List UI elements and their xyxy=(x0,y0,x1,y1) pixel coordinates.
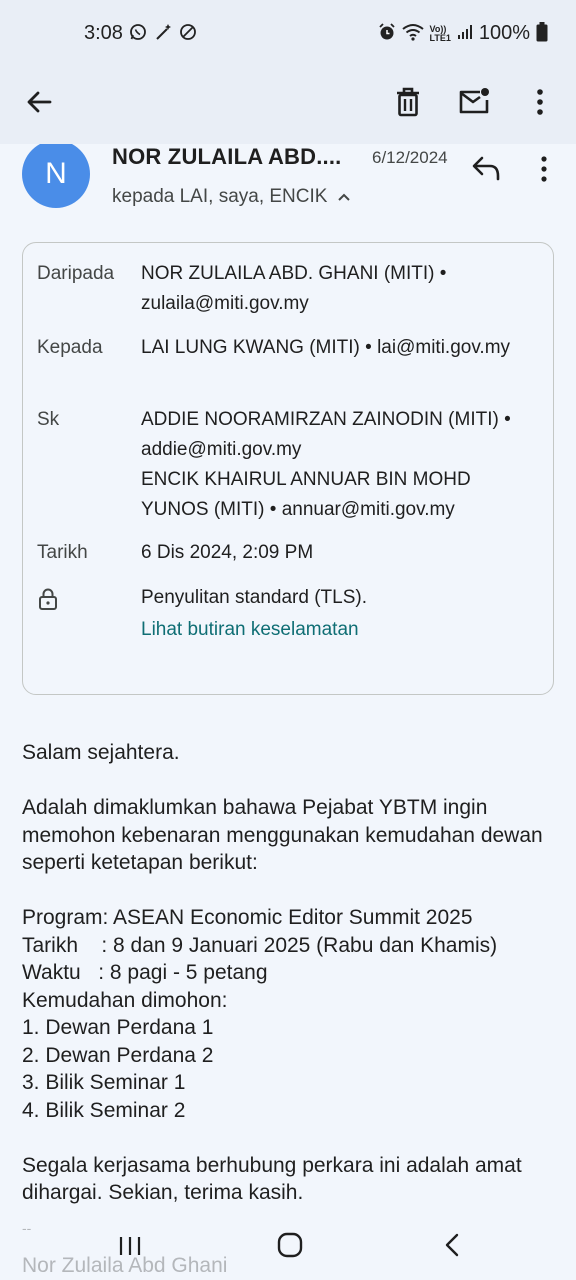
signature-dash: -- xyxy=(22,1220,32,1236)
body-waktu: Waktu : 8 pagi - 5 petang xyxy=(22,961,268,984)
battery-icon xyxy=(536,22,548,45)
mark-unread-icon[interactable] xyxy=(456,84,492,120)
volte-icon: Vo)) LTE1 xyxy=(429,23,451,43)
lock-icon xyxy=(37,583,141,621)
body-tarikh: Tarikh : 8 dan 9 Januari 2025 (Rabu dan … xyxy=(22,933,498,957)
date-value: 6 Dis 2024, 2:09 PM xyxy=(141,542,314,563)
cc-value-1: ADDIE NOORAMIRZAN ZAINODIN (MITI) • addi… xyxy=(141,409,511,460)
status-bar: 3:08 Vo)) LTE1 100% xyxy=(0,0,576,70)
list-item: 2. Dewan Perdana 2 xyxy=(22,1043,214,1067)
recent-apps-icon[interactable] xyxy=(118,1234,142,1258)
alarm-icon xyxy=(378,23,396,44)
to-label: Kepada xyxy=(37,337,103,358)
back-arrow-icon[interactable] xyxy=(22,84,58,120)
from-value: NOR ZULAILA ABD. GHANI (MITI) • zulaila@… xyxy=(141,263,447,314)
sender-name: NOR ZULAILA ABD.... xyxy=(112,144,342,169)
from-label: Daripada xyxy=(37,263,115,284)
app-bar xyxy=(0,70,576,144)
status-bar-left: 3:08 xyxy=(84,22,197,45)
do-not-disturb-icon xyxy=(179,23,197,44)
list-item: 3. Bilik Seminar 1 xyxy=(22,1071,186,1094)
wifi-icon xyxy=(401,23,424,44)
chevron-up-icon[interactable] xyxy=(337,186,351,208)
cc-value-2: ENCIK KHAIRUL ANNUAR BIN MOHD YUNOS (MIT… xyxy=(141,469,471,520)
system-nav-bar: -- Nor Zulaila Abd Ghani xyxy=(0,1216,576,1280)
whatsapp-icon xyxy=(129,23,147,44)
body-paragraph-1: Adalah dimaklumkan bahawa Pejabat YBTM i… xyxy=(22,796,543,874)
message-view: N NOR ZULAILA ABD.... 6/12/2024 kepada L… xyxy=(0,144,576,1216)
signal-icon xyxy=(457,24,473,43)
message-date: 6/12/2024 xyxy=(372,148,448,167)
body-closing: Segala kerjasama berhubung perkara ini a… xyxy=(22,1153,522,1205)
home-icon[interactable] xyxy=(277,1232,303,1258)
magic-wand-icon xyxy=(153,23,173,44)
security-text: Penyulitan standard (TLS). xyxy=(141,587,368,608)
status-time: 3:08 xyxy=(84,22,123,44)
recipients-summary[interactable]: kepada LAI, saya, ENCIK xyxy=(112,186,351,208)
recipients-text: kepada LAI, saya, ENCIK xyxy=(112,186,328,207)
reply-icon[interactable] xyxy=(470,154,502,182)
to-value: LAI LUNG KWANG (MITI) • lai@miti.gov.my xyxy=(141,337,511,358)
avatar[interactable]: N xyxy=(22,144,90,208)
list-item: 1. Dewan Perdana 1 xyxy=(22,1016,214,1039)
cc-label: Sk xyxy=(37,409,60,430)
body-greeting: Salam sejahtera. xyxy=(22,741,180,764)
security-details-link[interactable]: Lihat butiran keselamatan xyxy=(141,615,543,645)
avatar-letter: N xyxy=(45,157,67,190)
message-body: Salam sejahtera. Adalah dimaklumkan baha… xyxy=(22,739,558,1207)
message-details-card: Daripada NOR ZULAILA ABD. GHANI (MITI) •… xyxy=(22,242,554,695)
body-program: Program: ASEAN Economic Editor Summit 20… xyxy=(22,906,473,929)
list-item: 4. Bilik Seminar 2 xyxy=(22,1098,186,1122)
body-facilities-heading: Kemudahan dimohon: xyxy=(22,988,228,1012)
status-bar-right: Vo)) LTE1 100% xyxy=(378,22,549,45)
nav-back-icon[interactable] xyxy=(442,1232,462,1258)
message-more-icon[interactable] xyxy=(534,154,554,184)
battery-percentage: 100% xyxy=(478,22,530,44)
more-vert-icon[interactable] xyxy=(526,84,554,120)
date-label: Tarikh xyxy=(37,542,88,563)
delete-icon[interactable] xyxy=(392,84,424,120)
